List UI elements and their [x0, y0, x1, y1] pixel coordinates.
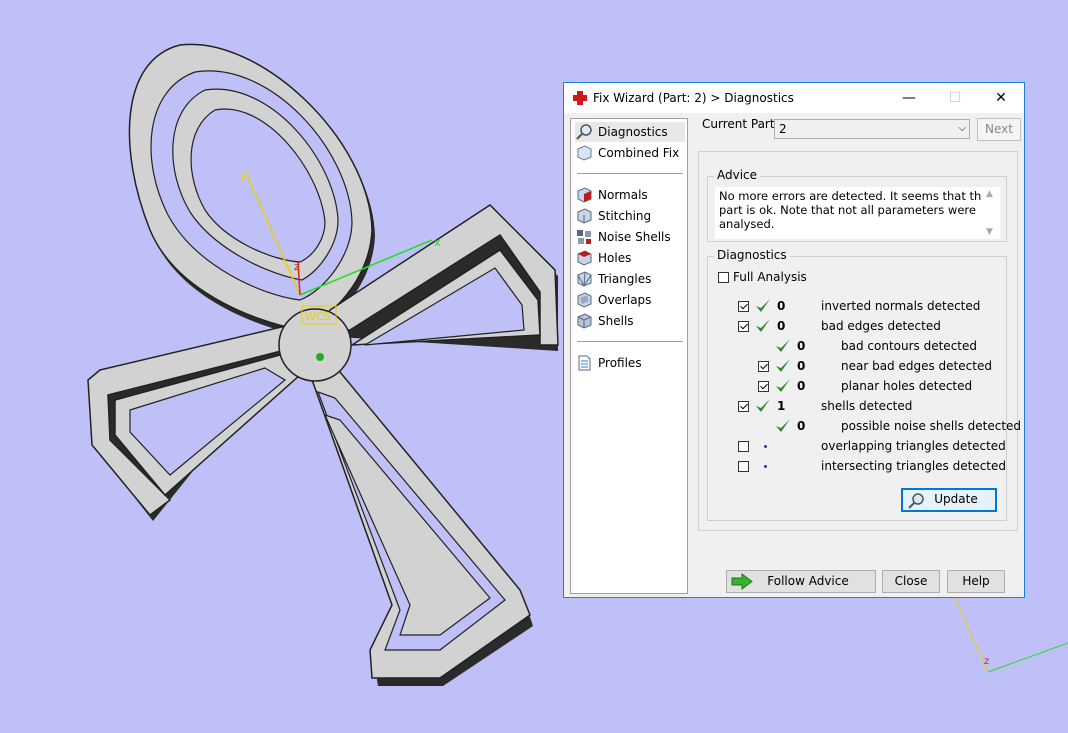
- diagnostic-count: 0: [777, 299, 786, 313]
- nav-label: Profiles: [598, 356, 642, 370]
- nav-separator: [577, 173, 683, 174]
- svg-text:z: z: [294, 260, 300, 273]
- svg-text:WCS: WCS: [305, 310, 331, 323]
- diagnostic-label: possible noise shells detected: [841, 419, 1022, 433]
- advice-caption: Advice: [714, 168, 761, 182]
- nav-label: Stitching: [598, 209, 652, 223]
- diagnostic-checkbox[interactable]: [738, 401, 749, 412]
- nav-label: Diagnostics: [598, 125, 668, 139]
- diagnostic-checkbox[interactable]: [738, 441, 749, 452]
- noise-shells-icon: [577, 230, 591, 244]
- overlaps-cube-icon: [577, 292, 592, 308]
- window-title: Fix Wizard (Part: 2) > Diagnostics: [593, 91, 794, 105]
- close-button[interactable]: Close: [882, 570, 940, 593]
- chevron-down-icon: ⌵: [958, 123, 966, 134]
- magnifier-icon: [908, 493, 924, 509]
- diagnostic-count: 1: [777, 399, 786, 413]
- svg-text:y: y: [240, 170, 247, 183]
- follow-advice-label: Follow Advice: [767, 574, 849, 588]
- nav-item-normals[interactable]: Normals: [575, 185, 685, 205]
- ankh-part: [87, 43, 559, 686]
- nav-item-noise-shells[interactable]: Noise Shells: [575, 227, 685, 247]
- nav-label: Combined Fix: [598, 146, 680, 160]
- update-button[interactable]: Update: [901, 488, 997, 512]
- help-button[interactable]: Help: [947, 570, 1005, 593]
- nav-item-combined-fix[interactable]: Combined Fix: [575, 143, 685, 163]
- nav-label: Triangles: [598, 272, 652, 286]
- green-check-icon: [776, 359, 790, 372]
- full-analysis-checkbox[interactable]: [718, 272, 729, 283]
- document-icon: [578, 355, 591, 371]
- green-check-icon: [776, 419, 790, 432]
- nav-label: Normals: [598, 188, 648, 202]
- title-bar[interactable]: Fix Wizard (Part: 2) > Diagnostics — ☐ ✕: [564, 83, 1024, 113]
- maximize-button[interactable]: ☐: [932, 83, 978, 113]
- close-window-button[interactable]: ✕: [978, 83, 1024, 113]
- shells-cube-icon: [577, 313, 592, 329]
- current-part-label: Current Part:: [702, 117, 779, 131]
- green-check-icon: [756, 299, 770, 312]
- diagnostic-label: bad contours detected: [841, 339, 977, 353]
- diagnostic-label: intersecting triangles detected: [821, 459, 1006, 473]
- diagnostic-label: near bad edges detected: [841, 359, 992, 373]
- red-cross-icon: [573, 91, 587, 105]
- diagnostic-checkbox[interactable]: [758, 361, 769, 372]
- nav-item-diagnostics[interactable]: Diagnostics: [575, 122, 685, 142]
- nav-label: Holes: [598, 251, 632, 265]
- secondary-axes: z: [954, 597, 1068, 673]
- diagnostic-label: overlapping triangles detected: [821, 439, 1006, 453]
- diagnostic-count: 0: [797, 379, 806, 393]
- diagnostic-label: bad edges detected: [821, 319, 941, 333]
- diagnostic-count: 0: [797, 359, 806, 373]
- holes-cube-icon: [577, 250, 592, 266]
- green-check-icon: [756, 319, 770, 332]
- green-check-icon: [776, 339, 790, 352]
- advice-scrollbar[interactable]: ▲ ▼: [982, 187, 998, 239]
- fix-wizard-dialog: Fix Wizard (Part: 2) > Diagnostics — ☐ ✕…: [563, 82, 1025, 598]
- magnifier-icon: [576, 124, 592, 140]
- advice-text: No more errors are detected. It seems th…: [715, 187, 1000, 239]
- stitching-cube-icon: [577, 208, 592, 224]
- diagnostic-count: 0: [797, 419, 806, 433]
- nav-label: Overlaps: [598, 293, 652, 307]
- diagnostics-caption: Diagnostics: [714, 248, 790, 262]
- cube-icon: [577, 145, 592, 161]
- minimize-button[interactable]: —: [886, 83, 932, 113]
- nav-item-overlaps[interactable]: Overlaps: [575, 290, 685, 310]
- nav-separator: [577, 341, 683, 342]
- current-part-value: 2: [779, 122, 787, 136]
- diagnostic-count: 0: [797, 339, 806, 353]
- full-analysis-label: Full Analysis: [733, 270, 807, 284]
- normals-cube-icon: [577, 187, 592, 203]
- nav-item-holes[interactable]: Holes: [575, 248, 685, 268]
- green-check-icon: [776, 379, 790, 392]
- svg-text:x: x: [434, 236, 441, 249]
- diagnostic-count: 0: [777, 319, 786, 333]
- update-label: Update: [934, 492, 978, 506]
- diagnostic-checkbox[interactable]: [738, 301, 749, 312]
- nav-label: Shells: [598, 314, 634, 328]
- green-arrow-icon: [731, 573, 753, 590]
- nav-item-stitching[interactable]: Stitching: [575, 206, 685, 226]
- not-analysed-dot: [764, 445, 767, 448]
- diagnostic-checkbox[interactable]: [758, 381, 769, 392]
- nav-item-triangles[interactable]: Triangles: [575, 269, 685, 289]
- wizard-navigation: Diagnostics Combined Fix Normals Stitchi…: [570, 118, 688, 594]
- current-part-select[interactable]: 2 ⌵: [774, 119, 970, 139]
- diagnostic-label: inverted normals detected: [821, 299, 981, 313]
- not-analysed-dot: [764, 465, 767, 468]
- nav-label: Noise Shells: [598, 230, 671, 244]
- diagnostic-label: shells detected: [821, 399, 913, 413]
- nav-item-shells[interactable]: Shells: [575, 311, 685, 331]
- follow-advice-button[interactable]: Follow Advice: [726, 570, 876, 593]
- diagnostic-checkbox[interactable]: [738, 321, 749, 332]
- triangles-cube-icon: [577, 271, 592, 287]
- svg-text:z: z: [984, 656, 989, 667]
- diagnostic-label: planar holes detected: [841, 379, 973, 393]
- diagnostic-checkbox[interactable]: [738, 461, 749, 472]
- green-check-icon: [756, 399, 770, 412]
- nav-item-profiles[interactable]: Profiles: [575, 353, 685, 373]
- next-button[interactable]: Next: [977, 118, 1021, 141]
